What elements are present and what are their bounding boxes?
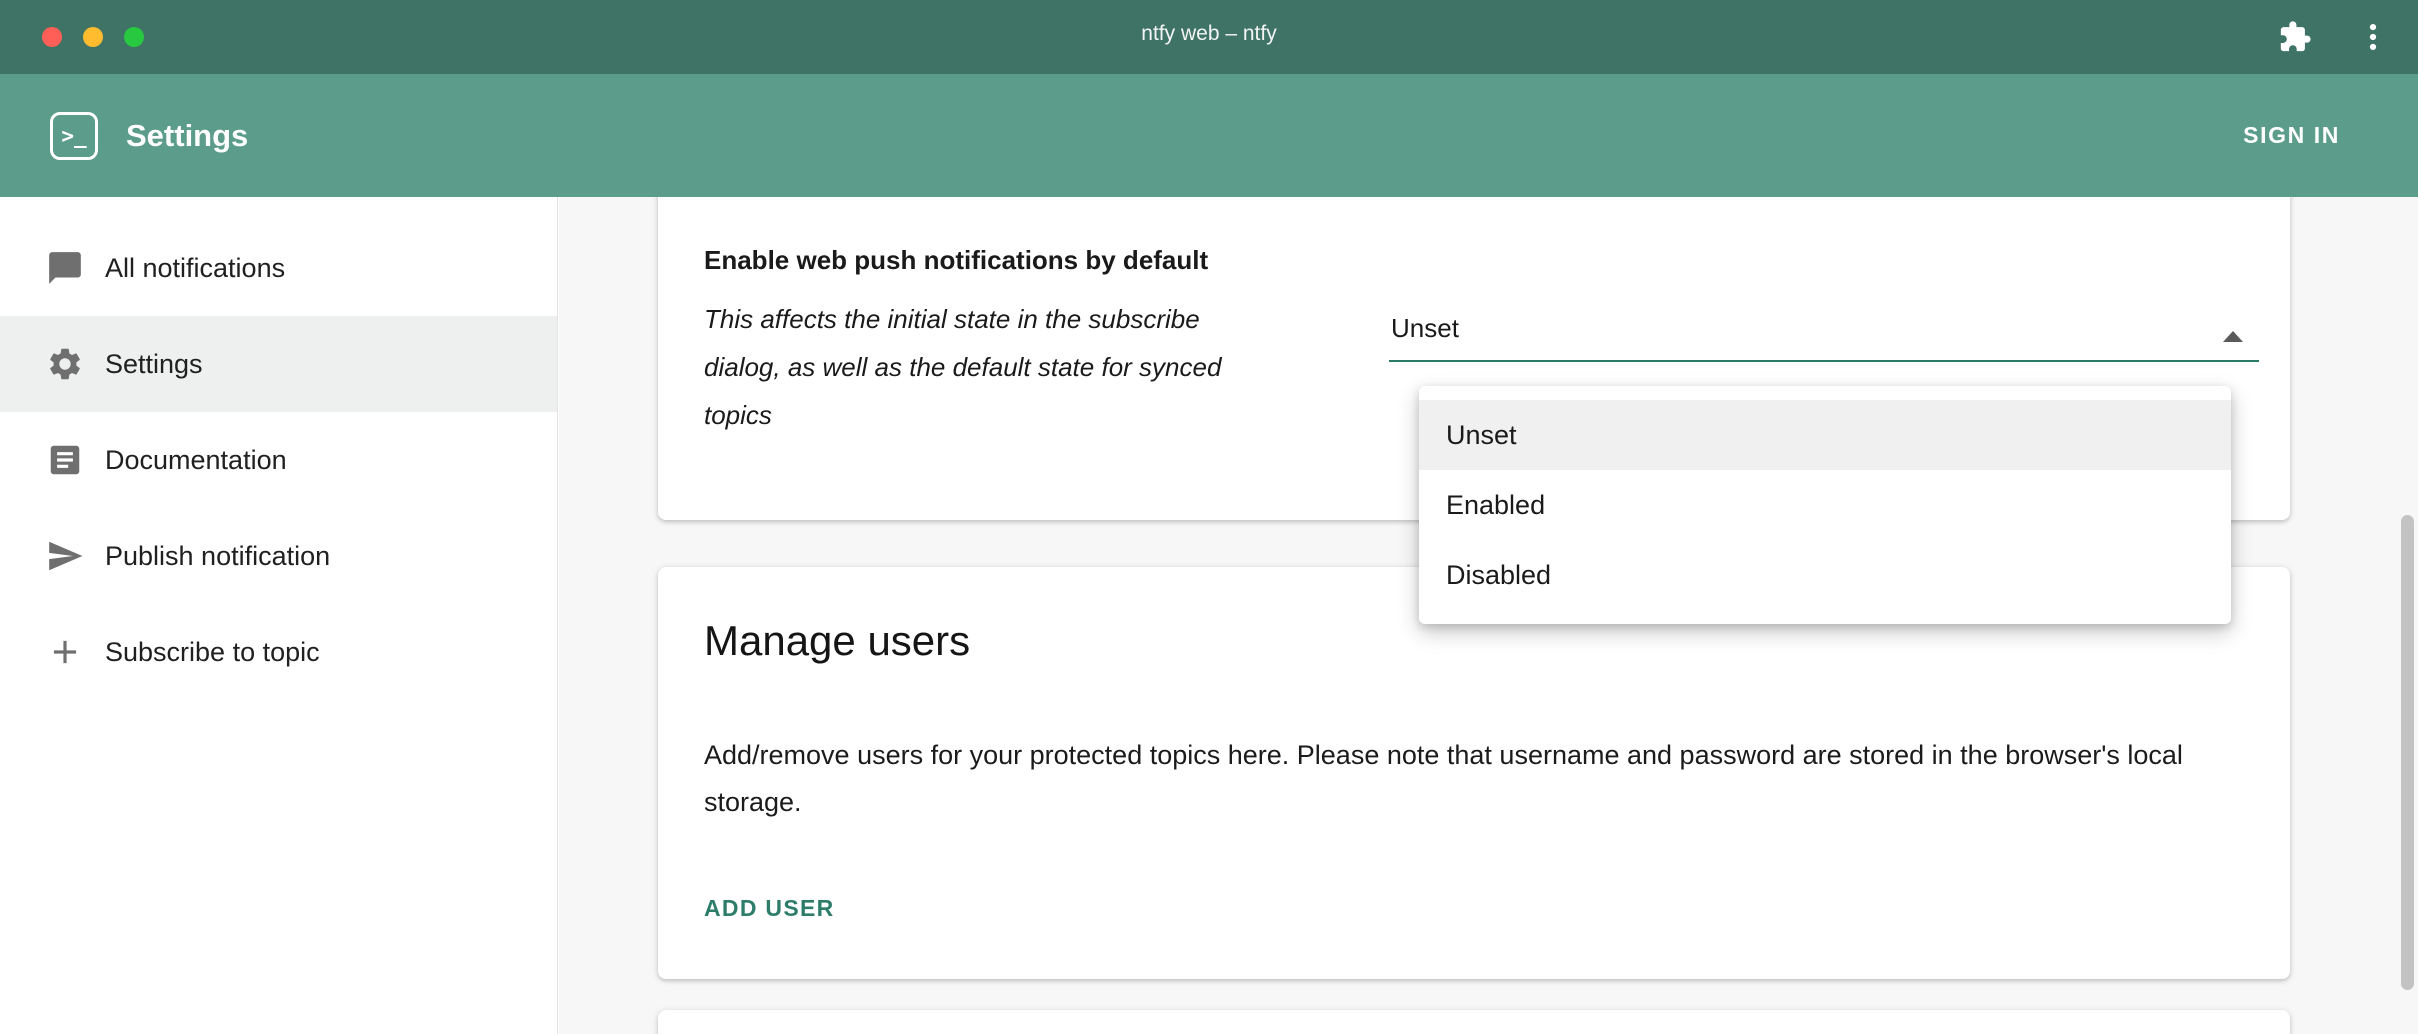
sidebar-item-publish-notification[interactable]: Publish notification xyxy=(0,508,557,604)
next-card-partial xyxy=(658,1010,2290,1034)
manage-users-card: Manage users Add/remove users for your p… xyxy=(658,567,2290,979)
sidebar-item-label: Documentation xyxy=(105,445,287,476)
sidebar-item-label: Settings xyxy=(105,349,203,380)
sidebar-item-documentation[interactable]: Documentation xyxy=(0,412,557,508)
sidebar-item-label: Publish notification xyxy=(105,541,330,572)
extensions-puzzle-icon[interactable] xyxy=(2278,20,2312,54)
sidebar-item-subscribe-to-topic[interactable]: Subscribe to topic xyxy=(0,604,557,700)
setting-description: This affects the initial state in the su… xyxy=(704,295,1264,439)
sidebar-item-label: Subscribe to topic xyxy=(105,637,320,668)
window-titlebar: ntfy web – ntfy xyxy=(0,0,2418,74)
sidebar: All notifications Settings Documentation… xyxy=(0,197,558,1034)
manage-users-description: Add/remove users for your protected topi… xyxy=(704,732,2224,826)
page-title: Settings xyxy=(126,118,248,154)
web-push-default-select[interactable]: Unset xyxy=(1389,313,2259,362)
vertical-scrollbar-thumb[interactable] xyxy=(2401,515,2414,990)
send-icon xyxy=(46,537,84,575)
gear-icon xyxy=(46,345,84,383)
window-title: ntfy web – ntfy xyxy=(0,22,2418,46)
setting-title: Enable web push notifications by default xyxy=(704,245,1208,276)
sidebar-item-settings[interactable]: Settings xyxy=(0,316,557,412)
menu-item-enabled[interactable]: Enabled xyxy=(1419,470,2231,540)
sidebar-item-all-notifications[interactable]: All notifications xyxy=(0,220,557,316)
ntfy-logo-icon: >_ xyxy=(50,112,98,160)
titlebar-actions xyxy=(2278,0,2390,74)
chat-bubble-icon xyxy=(46,249,84,287)
browser-menu-dots-icon[interactable] xyxy=(2356,20,2390,54)
add-user-button[interactable]: ADD USER xyxy=(704,895,835,922)
plus-icon xyxy=(46,633,84,671)
manage-users-title: Manage users xyxy=(704,617,970,665)
menu-item-unset[interactable]: Unset xyxy=(1419,400,2231,470)
article-icon xyxy=(46,441,84,479)
menu-item-disabled[interactable]: Disabled xyxy=(1419,540,2231,610)
chevron-up-icon xyxy=(2223,331,2243,342)
web-push-default-dropdown-menu: Unset Enabled Disabled xyxy=(1419,386,2231,624)
sign-in-button[interactable]: SIGN IN xyxy=(2243,122,2340,149)
ntfy-web-window: ntfy web – ntfy >_ Settings SIGN IN All … xyxy=(0,0,2418,1034)
sidebar-item-label: All notifications xyxy=(105,253,285,284)
select-value: Unset xyxy=(1389,313,2259,362)
app-bar: >_ Settings SIGN IN xyxy=(0,74,2418,197)
